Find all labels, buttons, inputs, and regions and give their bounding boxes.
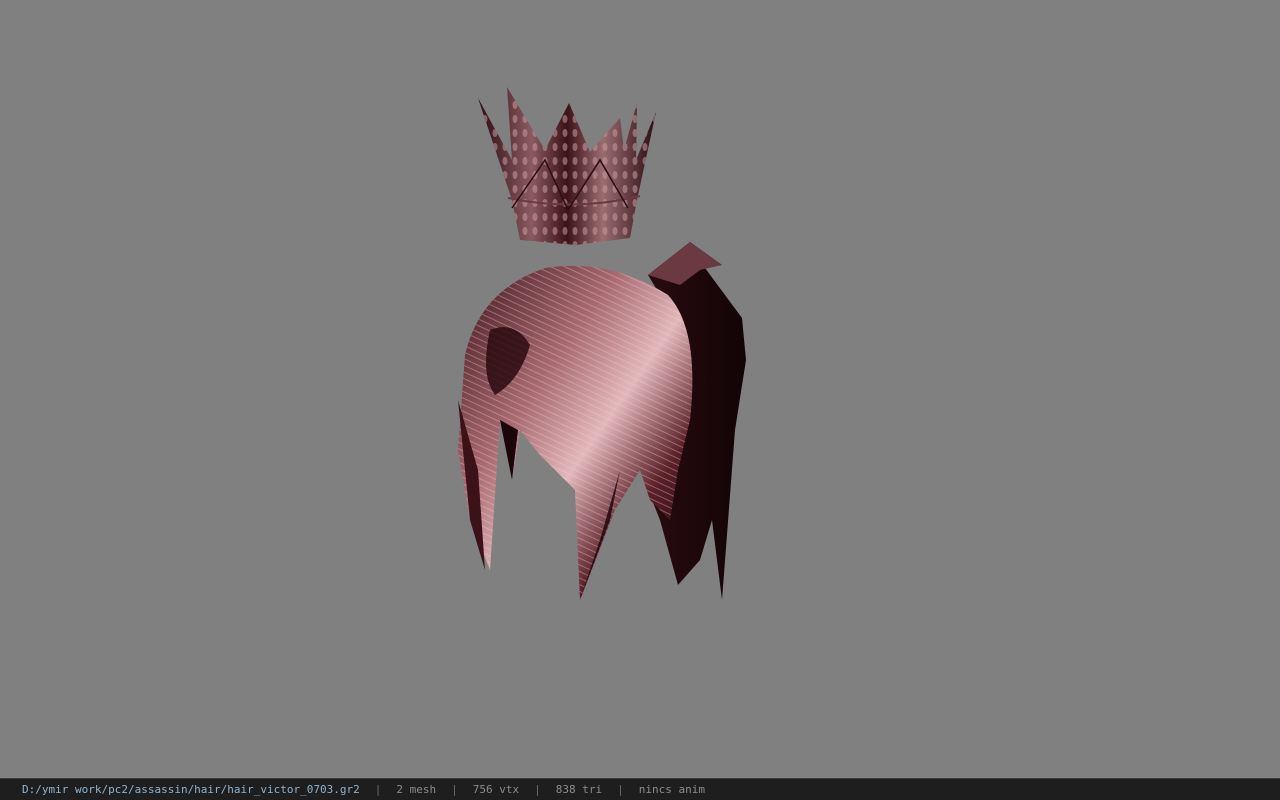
crown-mesh bbox=[478, 87, 656, 245]
hair-mesh bbox=[458, 242, 746, 600]
animation-status-label: nincs anim bbox=[638, 783, 705, 796]
vertex-count-label: 756 vtx bbox=[472, 783, 520, 796]
status-separator: | bbox=[451, 783, 458, 796]
model-viewer-window: D:/ymir work/pc2/assassin/hair/hair_vict… bbox=[0, 0, 1280, 800]
model-render bbox=[458, 87, 746, 600]
file-path-label: D:/ymir work/pc2/assassin/hair/hair_vict… bbox=[22, 783, 360, 796]
3d-viewport[interactable] bbox=[0, 0, 1280, 778]
status-separator: | bbox=[534, 783, 541, 796]
status-bar: D:/ymir work/pc2/assassin/hair/hair_vict… bbox=[0, 778, 1280, 800]
triangle-count-label: 838 tri bbox=[555, 783, 603, 796]
status-separator: | bbox=[617, 783, 624, 796]
mesh-count-label: 2 mesh bbox=[396, 783, 437, 796]
status-separator: | bbox=[374, 783, 382, 796]
